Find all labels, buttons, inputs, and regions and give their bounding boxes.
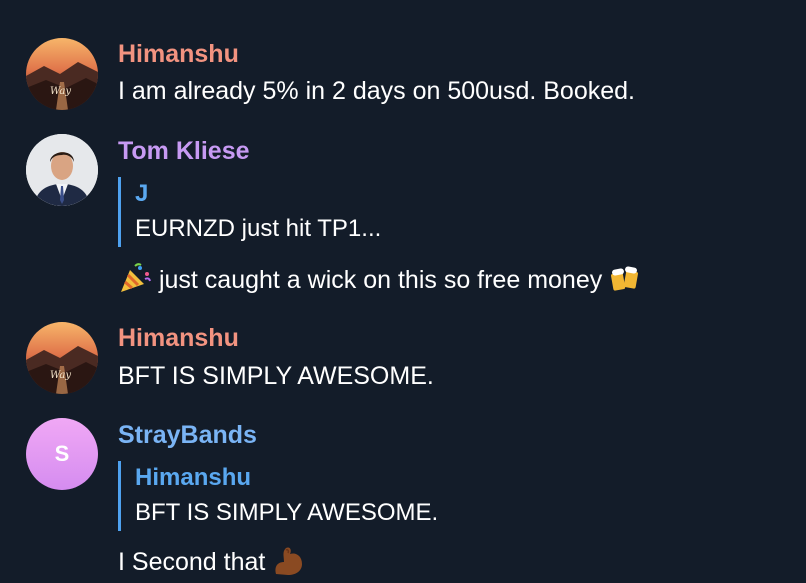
reply-quote[interactable]: Himanshu BFT IS SIMPLY AWESOME. [118,461,438,531]
man-in-suit-avatar-icon [26,134,98,206]
reply-author: Himanshu [135,464,252,491]
party-popper-icon [118,262,152,301]
message-text: I Second that [118,548,266,577]
message-text-row: just caught a wick on this so free money [118,262,641,301]
reply-text: EURNZD just hit TP1... [135,215,382,242]
landscape-avatar-icon: Way [26,322,98,394]
flexed-biceps-icon [272,544,306,583]
avatar[interactable]: Way [26,322,98,394]
svg-text:Way: Way [50,370,71,381]
landscape-avatar-icon: Way [26,38,98,110]
author-name[interactable]: StrayBands [118,421,257,450]
author-name[interactable]: Tom Kliese [118,137,250,166]
message-text: I am already 5% in 2 days on 500usd. Boo… [118,77,635,105]
author-name[interactable]: Himanshu [118,324,239,353]
avatar[interactable] [26,134,98,206]
reply-author: J [135,180,149,207]
beer-mugs-icon [609,263,641,300]
avatar[interactable]: Way [26,38,98,110]
avatar-letter: S [54,441,70,466]
reply-quote[interactable]: J EURNZD just hit TP1... [118,177,381,247]
message-text: BFT IS SIMPLY AWESOME. [118,362,434,390]
message-text: just caught a wick on this so free money [158,266,603,295]
reply-text: BFT IS SIMPLY AWESOME. [135,499,439,526]
svg-text:Way: Way [50,86,71,97]
message-text-row: I Second that [118,544,306,583]
avatar[interactable]: S [26,418,98,490]
author-name[interactable]: Himanshu [118,40,239,69]
